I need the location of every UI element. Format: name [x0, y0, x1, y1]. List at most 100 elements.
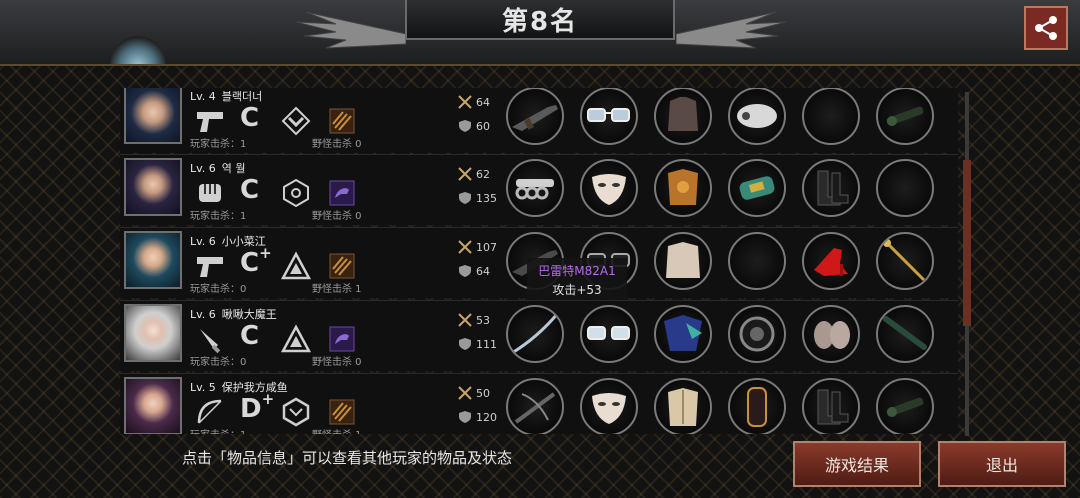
monster-kills: 野怪击杀 0	[312, 139, 362, 150]
item-slot-red-heels[interactable]	[802, 232, 860, 290]
attack-stat: 50	[458, 386, 490, 400]
item-slot-glasses[interactable]	[580, 88, 638, 145]
item-slot-golden-armor[interactable]	[654, 159, 712, 217]
item-slot-rose-bracelet[interactable]	[728, 305, 786, 363]
item-slot-sniper-rifle[interactable]	[506, 88, 564, 145]
hexagon-emblem-icon	[280, 177, 312, 209]
item-slot-empty[interactable]	[728, 232, 786, 290]
item-slot-scope[interactable]	[876, 378, 934, 434]
item-slot-crossbow[interactable]	[506, 378, 564, 434]
shield-icon	[459, 192, 471, 204]
avatar	[124, 88, 182, 144]
panther-buff-icon	[326, 177, 358, 209]
shield-icon	[459, 411, 471, 423]
item-slot-katana[interactable]	[506, 305, 564, 363]
player-row[interactable]: Lv. 5保护我方咸鱼 D+ 玩家击杀：1 野怪击杀 1 50 120	[120, 373, 958, 434]
item-slot-plate-armor[interactable]	[654, 378, 712, 434]
player-kills: 玩家击杀：1	[190, 426, 246, 434]
defense-stat: 135	[458, 191, 497, 205]
item-slot-scope[interactable]	[876, 88, 934, 145]
item-slot-mask[interactable]	[580, 378, 638, 434]
rank-title: 第8名	[501, 6, 579, 37]
claw-buff-icon	[326, 250, 358, 282]
item-slot-robe[interactable]	[654, 232, 712, 290]
claw-buff-icon	[326, 105, 358, 137]
attack-stat: 107	[458, 240, 497, 254]
item-slot-boots[interactable]	[802, 378, 860, 434]
item-slot-empty[interactable]	[876, 159, 934, 217]
item-slot-mask[interactable]	[580, 159, 638, 217]
share-icon	[1035, 16, 1057, 40]
avatar	[124, 377, 182, 434]
player-kills: 玩家击杀：1	[190, 139, 247, 150]
claw-buff-icon	[326, 396, 358, 428]
defense-stat: 111	[458, 337, 497, 351]
item-slot-slippers[interactable]	[802, 305, 860, 363]
grade: C+	[240, 244, 272, 278]
rank-title-plate: 第8名	[405, 0, 675, 40]
player-row[interactable]: Lv. 4 블랙더너 C 玩家击杀：1 野怪击杀 0 64 60	[120, 88, 958, 153]
crossed-swords-icon	[458, 95, 472, 109]
item-slot-dragon-robe[interactable]	[654, 305, 712, 363]
avatar	[124, 231, 182, 289]
item-slot-bracelet[interactable]	[728, 159, 786, 217]
scrollbar-thumb[interactable]	[963, 160, 971, 326]
player-kills: 玩家击杀：1	[190, 211, 247, 222]
pistol-icon	[194, 250, 226, 282]
panther-buff-icon	[326, 323, 358, 355]
player-row[interactable]: Lv. 6역 월 C 玩家击杀：1 野怪击杀 0 62 135	[120, 154, 958, 225]
player-level-name: Lv. 6 小小菜江	[190, 235, 266, 248]
hexagon-outline-icon	[280, 396, 312, 428]
pistol-icon	[194, 105, 226, 137]
crossed-swords-icon	[458, 386, 472, 400]
player-level-name: Lv. 4 블랙더너	[190, 90, 263, 103]
item-slot-baton[interactable]	[876, 305, 934, 363]
defense-stat: 120	[458, 410, 497, 424]
monster-kills: 野怪击杀 1	[312, 426, 362, 434]
tooltip-item-stat: 攻击+53	[552, 283, 602, 297]
item-tooltip: 巴雷特M82A1 攻击+53	[527, 258, 627, 300]
chevron-emblem-icon	[280, 105, 312, 137]
exit-button[interactable]: 退出	[938, 441, 1066, 487]
player-level-name: Lv. 6역 월	[190, 162, 246, 175]
attack-stat: 62	[458, 167, 490, 181]
defense-stat: 64	[458, 264, 490, 278]
crossed-swords-icon	[458, 240, 472, 254]
triangle-emblem-icon	[280, 323, 312, 355]
fist-icon	[194, 177, 226, 209]
left-wing-ornament	[296, 11, 406, 49]
player-level-name: Lv. 6 啾啾大魔王	[190, 308, 277, 321]
attack-stat: 53	[458, 313, 490, 327]
avatar	[124, 304, 182, 362]
game-result-button[interactable]: 游戏结果	[793, 441, 921, 487]
grade: D+	[240, 390, 275, 424]
avatar	[124, 158, 182, 216]
item-slot-leather-armor[interactable]	[654, 88, 712, 145]
item-slot-empty[interactable]	[802, 88, 860, 145]
monster-kills: 野怪击杀 1	[312, 284, 362, 295]
shield-icon	[459, 338, 471, 350]
right-wing-ornament	[676, 11, 786, 49]
crossed-swords-icon	[458, 167, 472, 181]
tooltip-item-name: 巴雷特M82A1	[538, 264, 616, 278]
player-row[interactable]: Lv. 6 啾啾大魔王 C 玩家击杀：0 野怪击杀 0 53 111	[120, 300, 958, 371]
knife-icon	[194, 323, 226, 355]
item-slot-brass-knuckles[interactable]	[506, 159, 564, 217]
monster-kills: 野怪击杀 0	[312, 211, 362, 222]
item-slot-glasses[interactable]	[580, 305, 638, 363]
hint-text: 点击「物品信息」可以查看其他玩家的物品及状态	[182, 449, 513, 467]
grade: C	[240, 321, 260, 351]
defense-stat: 60	[458, 119, 490, 133]
monster-kills: 野怪击杀 0	[312, 357, 362, 368]
item-slot-bracer[interactable]	[728, 378, 786, 434]
shield-icon	[459, 120, 471, 132]
item-slot-arm-guard[interactable]	[728, 88, 786, 145]
item-slot-golden-staff[interactable]	[876, 232, 934, 290]
grade: C	[240, 175, 260, 205]
triangle-emblem-icon	[280, 250, 312, 282]
player-kills: 玩家击杀：0	[190, 284, 247, 295]
player-kills: 玩家击杀：0	[190, 357, 247, 368]
attack-stat: 64	[458, 95, 490, 109]
share-button[interactable]	[1024, 6, 1068, 50]
item-slot-boots[interactable]	[802, 159, 860, 217]
